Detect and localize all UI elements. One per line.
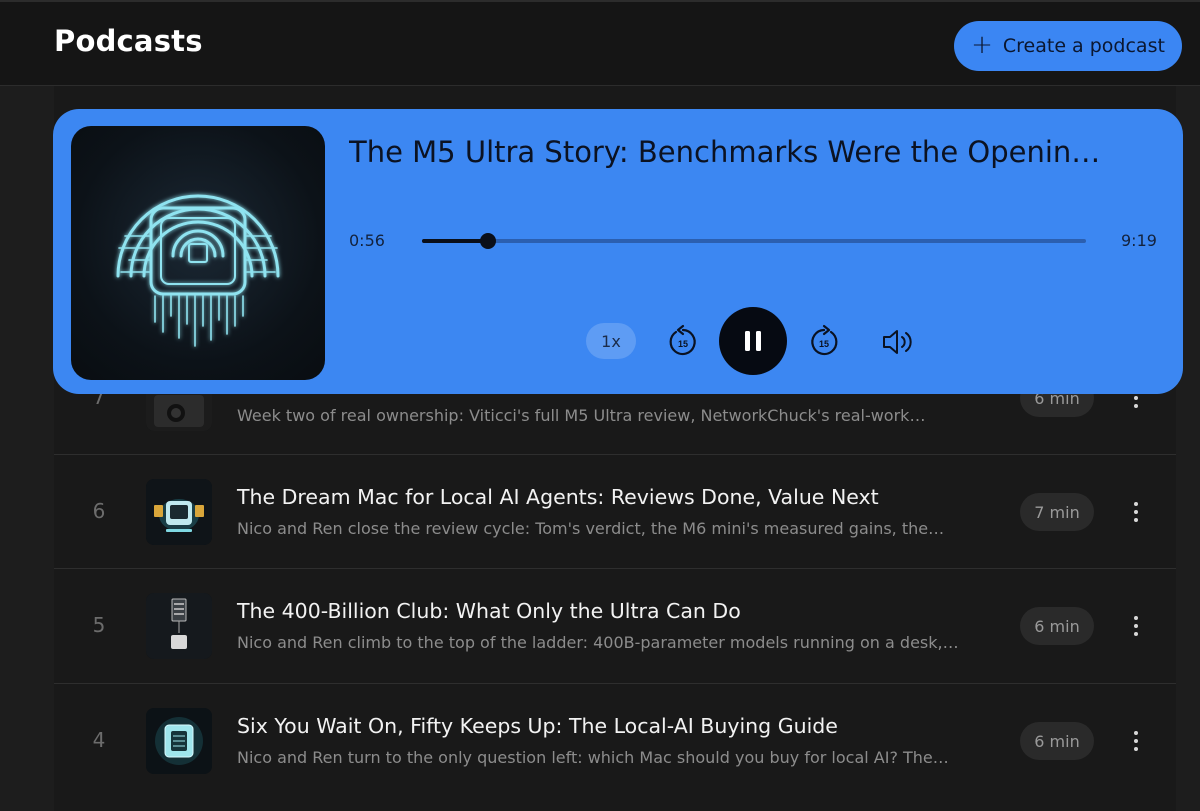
playback-speed-button[interactable]: 1x (586, 323, 636, 359)
page-title: Podcasts (54, 24, 203, 58)
episode-row-6[interactable]: 6 The Dream Mac for Local AI Agents: Rev… (54, 454, 1176, 568)
episode-number: 4 (92, 728, 106, 752)
skip-forward-label: 15 (819, 339, 829, 349)
plus-icon: + (971, 29, 993, 60)
create-podcast-button[interactable]: + Create a podcast (954, 21, 1182, 71)
episode-thumbnail (146, 479, 212, 545)
episode-row-5[interactable]: 5 The 400-Billion Club: What Only the Ul… (54, 568, 1176, 682)
episode-cover-art (71, 126, 325, 380)
volume-icon[interactable] (881, 327, 915, 357)
more-options-icon[interactable] (1126, 609, 1146, 643)
now-playing-title: The M5 Ultra Story: Benchmarks Were the … (349, 135, 1101, 169)
more-options-icon[interactable] (1126, 724, 1146, 758)
episode-duration: 7 min (1020, 493, 1094, 531)
total-duration: 9:19 (1121, 231, 1157, 250)
top-bar: Podcasts + Create a podcast (0, 0, 1200, 86)
progress-slider[interactable] (422, 239, 1086, 243)
now-playing-player: The M5 Ultra Story: Benchmarks Were the … (53, 109, 1183, 394)
episode-duration: 6 min (1020, 722, 1094, 760)
create-podcast-label: Create a podcast (1002, 35, 1165, 57)
skip-back-label: 15 (678, 339, 688, 349)
episode-row-4[interactable]: 4 Six You Wait On, Fifty Keeps Up: The L… (54, 683, 1176, 797)
left-rail (0, 86, 54, 811)
elapsed-time: 0:56 (349, 231, 385, 250)
episode-description: Nico and Ren close the review cycle: Tom… (237, 519, 945, 538)
episode-thumbnail (146, 708, 212, 774)
episode-title[interactable]: The Dream Mac for Local AI Agents: Revie… (237, 485, 879, 509)
episode-number: 5 (92, 613, 106, 637)
progress-knob[interactable] (480, 233, 497, 249)
skip-forward-15-icon[interactable]: 15 (808, 324, 840, 358)
episode-description: Week two of real ownership: Viticci's fu… (237, 406, 926, 425)
episode-number: 6 (92, 499, 106, 523)
pause-icon (745, 331, 761, 351)
more-options-icon[interactable] (1126, 495, 1146, 529)
pause-button[interactable] (719, 307, 787, 375)
episode-title[interactable]: The 400-Billion Club: What Only the Ultr… (237, 599, 741, 623)
episode-description: Nico and Ren turn to the only question l… (237, 748, 949, 767)
episode-title[interactable]: Six You Wait On, Fifty Keeps Up: The Loc… (237, 714, 838, 738)
episode-thumbnail (146, 593, 212, 659)
progress-fill (422, 239, 489, 243)
episode-description: Nico and Ren climb to the top of the lad… (237, 633, 959, 652)
episode-duration: 6 min (1020, 607, 1094, 645)
skip-back-15-icon[interactable]: 15 (667, 324, 699, 358)
